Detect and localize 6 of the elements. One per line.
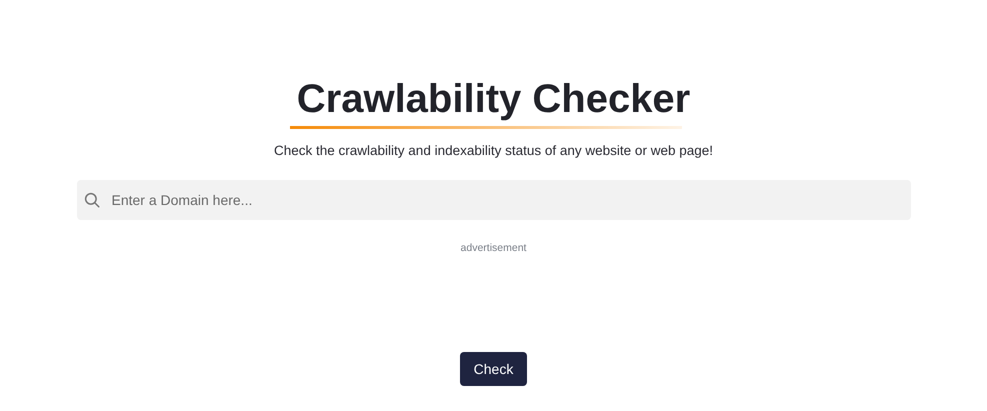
page-title: Crawlability Checker (296, 76, 690, 122)
advertisement-label: advertisement (460, 242, 526, 254)
domain-search-field[interactable]: Enter a Domain here... (76, 180, 910, 220)
search-icon (82, 191, 100, 209)
page-subtitle: Check the crawlability and indexability status of any website or web page! (274, 143, 713, 158)
check-button[interactable]: Check (460, 352, 528, 386)
